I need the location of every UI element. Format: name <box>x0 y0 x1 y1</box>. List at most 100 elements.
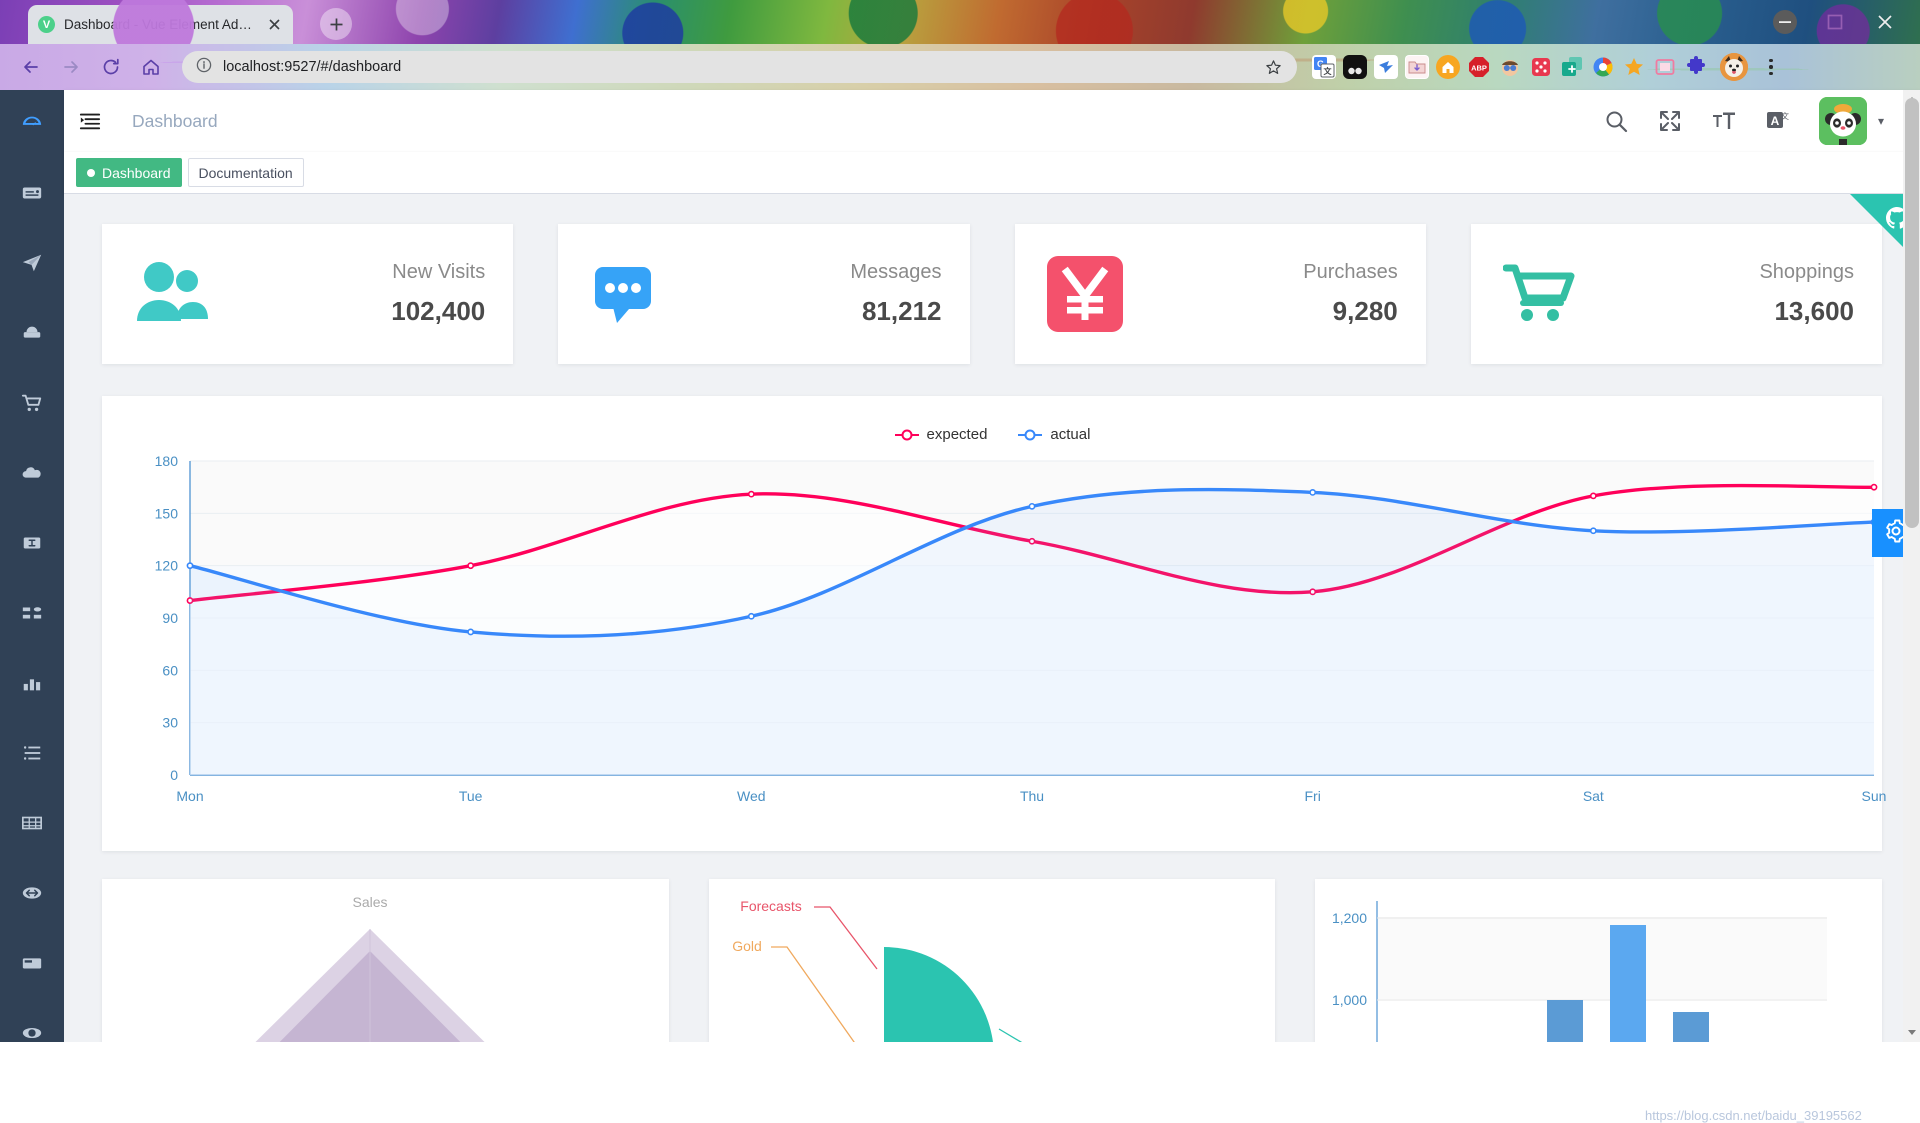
sidebar <box>0 90 64 1042</box>
card-text: Shoppings 13,600 <box>1759 261 1854 327</box>
url-text[interactable]: localhost:9527/#/dashboard <box>223 59 1252 75</box>
table-icon <box>21 812 43 839</box>
sidebar-item-tab[interactable] <box>0 720 64 790</box>
series-point-actual <box>467 628 475 636</box>
bluebird-extension-icon[interactable] <box>1374 55 1398 79</box>
sidebar-item-zip[interactable] <box>0 1000 64 1042</box>
puzzle-extensions-icon[interactable] <box>1684 55 1708 79</box>
tag-dashboard[interactable]: Dashboard <box>76 158 182 187</box>
back-button[interactable] <box>14 50 48 84</box>
card-value: 102,400 <box>391 296 486 326</box>
pie-label-forecasts: Forecasts <box>740 898 801 914</box>
shopping-cart-icon <box>1499 252 1583 336</box>
sidebar-item-example[interactable] <box>0 650 64 720</box>
address-bar[interactable]: localhost:9527/#/dashboard <box>182 51 1297 83</box>
add-teal-extension-icon[interactable] <box>1560 55 1584 79</box>
x-axis-tick: Sun <box>1862 788 1887 804</box>
line-chart[interactable]: 0 30 60 90 120 150 180 Mon Tue Wed Thu Fri Sat Sun <box>122 443 1892 833</box>
browser-menu-button[interactable] <box>1758 58 1784 76</box>
bar-chart-card[interactable]: 1,200 1,000 <box>1315 879 1883 1042</box>
bar-ytick-1200: 1,200 <box>1332 910 1367 926</box>
scrollbar-thumb[interactable] <box>1905 98 1919 528</box>
new-tab-button[interactable] <box>320 8 352 40</box>
hamburger-menu-icon[interactable] <box>64 90 116 152</box>
sidebar-item-table[interactable] <box>0 580 64 650</box>
shopping-cart-icon <box>21 392 43 419</box>
grid-components-icon <box>21 602 43 629</box>
forward-button[interactable] <box>54 50 88 84</box>
card-shoppings[interactable]: Shoppings 13,600 <box>1470 224 1882 364</box>
list-nav-icon <box>21 742 43 769</box>
avatar-glasses-extension-icon[interactable] <box>1498 55 1522 79</box>
chevron-down-icon[interactable]: ▾ <box>1878 114 1884 128</box>
browser-tabstrip: V Dashboard - Vue Element Admin <box>0 0 1920 44</box>
browser-navbar: localhost:9527/#/dashboard G文 ABP <box>0 44 1920 90</box>
sidebar-item-error-log[interactable] <box>0 860 64 930</box>
card-purchases[interactable]: Purchases 9,280 <box>1014 224 1426 364</box>
card-messages[interactable]: Messages 81,212 <box>558 224 970 364</box>
panda-extension-icon[interactable] <box>1343 55 1367 79</box>
font-size-icon[interactable] <box>1711 108 1737 134</box>
y-axis-tick: 0 <box>170 767 178 783</box>
series-point-expected <box>467 562 475 570</box>
star-extension-icon[interactable] <box>1622 55 1646 79</box>
google-translate-extension-icon[interactable]: G文 <box>1312 55 1336 79</box>
y-axis-tick: 60 <box>162 662 178 678</box>
sidebar-item-charts[interactable] <box>0 440 64 510</box>
pie-chart-card[interactable]: Forecasts Gold Industries <box>708 879 1276 1042</box>
legend-item-actual[interactable]: actual <box>1017 426 1090 443</box>
x-axis-tick: Wed <box>737 788 766 804</box>
dashboard-content: New Visits 102,400 Messages 81,212 Purch… <box>64 194 1920 1042</box>
sidebar-item-error-pages[interactable] <box>0 790 64 860</box>
browser-chrome: V Dashboard - Vue Element Admin localhos… <box>0 0 1920 90</box>
sidebar-item-documentation[interactable] <box>0 160 64 230</box>
x-axis-tick: Tue <box>459 788 483 804</box>
y-axis-tick: 90 <box>162 610 178 626</box>
breadcrumb[interactable]: Dashboard <box>132 111 218 132</box>
adblock-plus-extension-icon[interactable]: ABP <box>1467 55 1491 79</box>
scroll-down-arrow-icon[interactable] <box>1906 1025 1918 1037</box>
sidebar-item-guide[interactable] <box>0 230 64 300</box>
sidebar-item-excel[interactable] <box>0 930 64 1000</box>
panda-avatar[interactable] <box>1818 97 1867 145</box>
site-info-icon[interactable] <box>196 57 212 78</box>
card-new-visits[interactable]: New Visits 102,400 <box>102 224 514 364</box>
window-maximize-button[interactable] <box>1818 5 1852 39</box>
red-dice-extension-icon[interactable] <box>1529 55 1553 79</box>
people-icon <box>130 252 214 336</box>
translate-icon[interactable]: A文 <box>1765 108 1791 134</box>
page-scrollbar[interactable] <box>1903 90 1920 1042</box>
fullscreen-icon[interactable] <box>1657 108 1683 134</box>
series-point-expected <box>747 490 755 498</box>
avatar-dropdown[interactable]: ▾ <box>1818 97 1884 145</box>
radar-chart-card[interactable]: Sales Administration Marketing <box>102 879 669 1042</box>
browser-tab-title: Dashboard - Vue Element Admin <box>64 17 256 32</box>
window-controls <box>1768 0 1914 44</box>
window-minimize-button[interactable] <box>1768 5 1802 39</box>
sidebar-item-dashboard[interactable] <box>0 90 64 160</box>
series-point-actual <box>1309 489 1317 496</box>
bar-ytick-1000: 1,000 <box>1332 992 1367 1008</box>
sidebar-item-permission[interactable] <box>0 300 64 370</box>
browser-tab[interactable]: V Dashboard - Vue Element Admin <box>28 5 293 44</box>
money-yen-icon <box>1043 252 1127 336</box>
reload-button[interactable] <box>94 50 128 84</box>
close-icon[interactable] <box>265 16 283 34</box>
legend-item-expected[interactable]: expected <box>894 426 987 443</box>
color-ring-extension-icon[interactable] <box>1591 55 1615 79</box>
bookmark-star-icon[interactable] <box>1263 57 1283 77</box>
search-icon[interactable] <box>1603 108 1629 134</box>
profile-avatar[interactable] <box>1720 53 1748 81</box>
home-button[interactable] <box>134 50 168 84</box>
sidebar-item-nested-routes[interactable] <box>0 510 64 580</box>
radar-label-sales: Sales <box>352 894 387 910</box>
tag-documentation[interactable]: Documentation <box>187 158 304 187</box>
sidebar-item-components[interactable] <box>0 370 64 440</box>
window-close-button[interactable] <box>1868 5 1902 39</box>
svg-text:文: 文 <box>1324 66 1333 76</box>
download-folder-extension-icon[interactable] <box>1405 55 1429 79</box>
orange-home-extension-icon[interactable] <box>1436 55 1460 79</box>
x-axis-tick: Fri <box>1305 788 1321 804</box>
pink-frame-extension-icon[interactable] <box>1653 55 1677 79</box>
extensions-row: G文 ABP <box>1312 55 1708 79</box>
